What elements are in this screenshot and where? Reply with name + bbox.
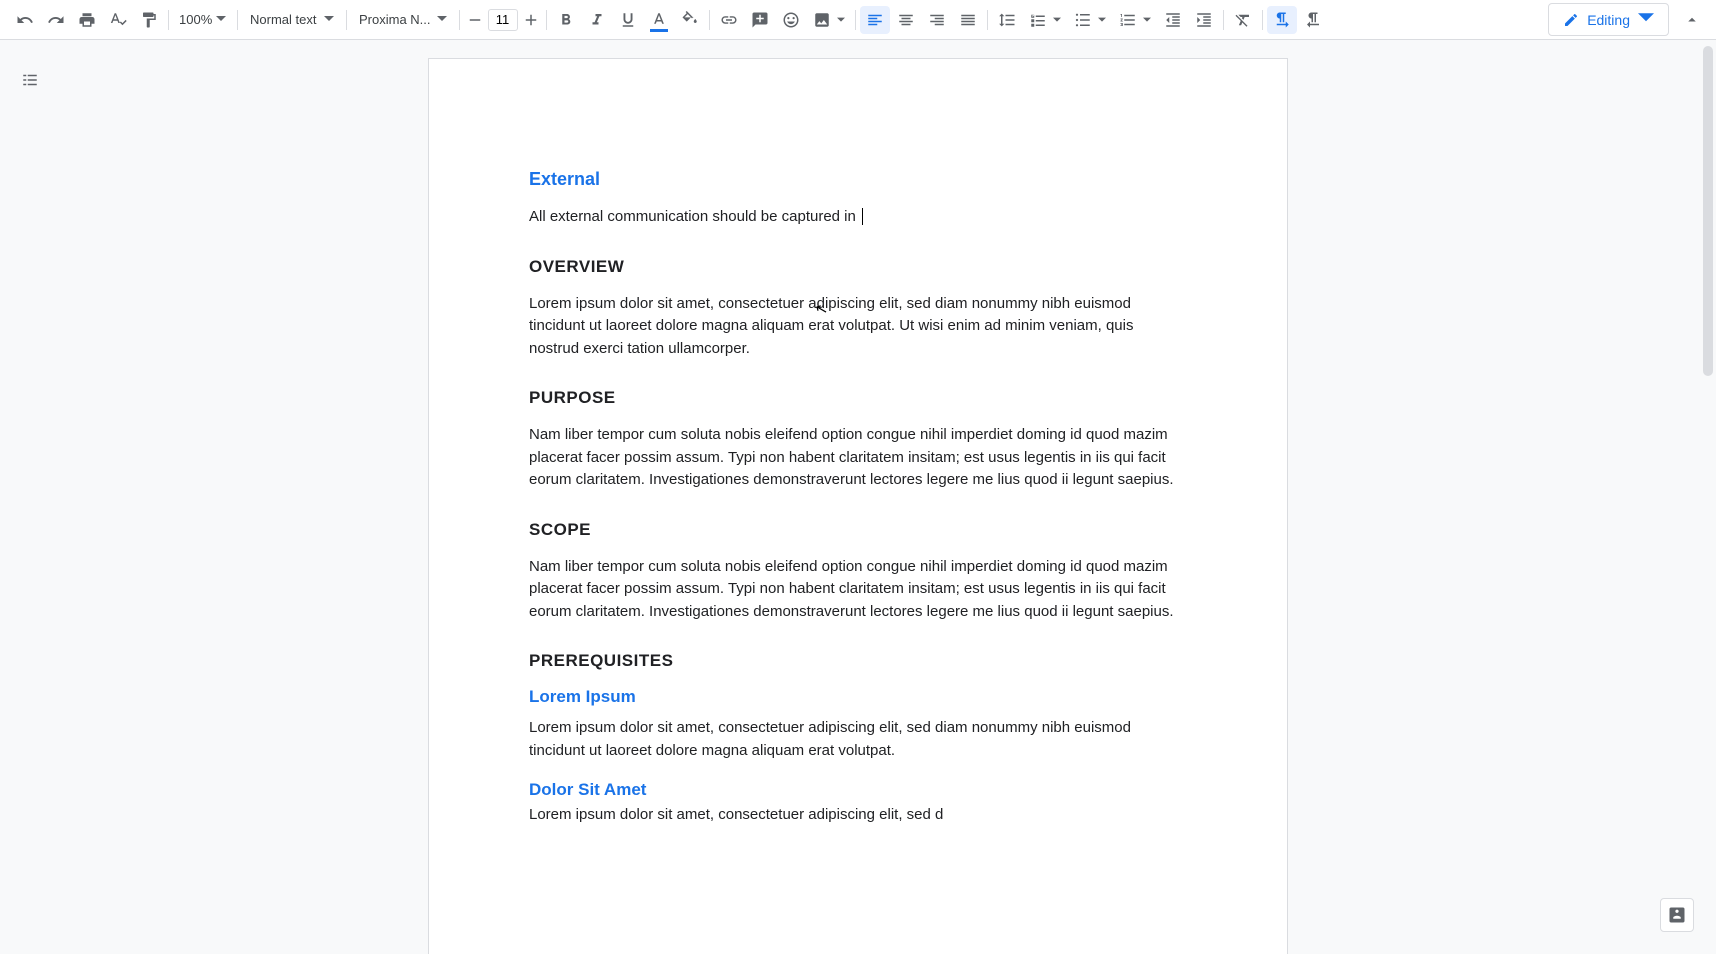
italic-button[interactable]	[582, 6, 612, 34]
align-right-button[interactable]	[922, 6, 952, 34]
paragraph-purpose: Nam liber tempor cum soluta nobis eleife…	[529, 424, 1187, 492]
chevron-down-icon	[437, 12, 447, 27]
mode-label: Editing	[1587, 12, 1630, 28]
decrease-indent-button[interactable]	[1158, 6, 1188, 34]
font-size-group	[464, 6, 542, 34]
chevron-down-icon	[216, 12, 226, 27]
paragraph-external: All external communication should be cap…	[529, 206, 1187, 229]
print-button[interactable]	[72, 6, 102, 34]
bulleted-list-button[interactable]	[1068, 6, 1112, 34]
paragraph-overview: Lorem ipsum dolor sit amet, consectetuer…	[529, 293, 1187, 361]
zoom-select[interactable]: 100%	[173, 6, 233, 34]
separator	[346, 10, 347, 30]
hide-menus-button[interactable]	[1678, 6, 1706, 34]
line-spacing-button[interactable]	[992, 6, 1022, 34]
mode-select[interactable]: Editing	[1548, 3, 1669, 36]
separator	[855, 10, 856, 30]
chevron-down-icon	[1143, 12, 1157, 27]
separator	[987, 10, 988, 30]
chevron-down-icon	[1638, 10, 1654, 29]
increase-font-size-button[interactable]	[520, 6, 542, 34]
separator	[1223, 10, 1224, 30]
ltr-button[interactable]	[1267, 6, 1297, 34]
numbered-list-button[interactable]	[1113, 6, 1157, 34]
undo-button[interactable]	[10, 6, 40, 34]
text-color-swatch	[650, 29, 668, 32]
chevron-down-icon	[324, 12, 334, 27]
heading-scope: SCOPE	[529, 520, 1187, 540]
heading-prerequisites: PREREQUISITES	[529, 651, 1187, 671]
add-comment-button[interactable]	[745, 6, 775, 34]
paragraph-lorem: Lorem ipsum dolor sit amet, consectetuer…	[529, 717, 1187, 762]
toolbar: 100% Normal text Proxima N...	[0, 0, 1716, 40]
separator	[237, 10, 238, 30]
rtl-button[interactable]	[1298, 6, 1328, 34]
separator	[168, 10, 169, 30]
clear-formatting-button[interactable]	[1228, 6, 1258, 34]
paint-format-button[interactable]	[134, 6, 164, 34]
align-left-button[interactable]	[860, 6, 890, 34]
separator	[546, 10, 547, 30]
font-size-input[interactable]	[488, 9, 518, 31]
text-cursor	[862, 208, 863, 225]
separator	[459, 10, 460, 30]
scrollbar-thumb[interactable]	[1703, 46, 1713, 376]
style-value: Normal text	[250, 12, 316, 27]
scrollbar-track[interactable]	[1703, 46, 1713, 948]
highlight-color-button[interactable]	[675, 6, 705, 34]
chevron-down-icon	[1053, 12, 1067, 27]
subheading-lorem: Lorem Ipsum	[529, 687, 1187, 707]
document-outline-toggle[interactable]	[16, 66, 44, 94]
decrease-font-size-button[interactable]	[464, 6, 486, 34]
paragraph-dolor: Lorem ipsum dolor sit amet, consectetuer…	[529, 804, 1187, 827]
checklist-button[interactable]	[1023, 6, 1067, 34]
document-page[interactable]: External All external communication shou…	[428, 58, 1288, 954]
align-justify-button[interactable]	[953, 6, 983, 34]
zoom-value: 100%	[179, 12, 212, 27]
explore-button[interactable]	[1660, 898, 1694, 932]
insert-image-button[interactable]	[807, 6, 851, 34]
heading-purpose: PURPOSE	[529, 388, 1187, 408]
heading-overview: OVERVIEW	[529, 257, 1187, 277]
paragraph-scope: Nam liber tempor cum soluta nobis eleife…	[529, 556, 1187, 624]
chevron-down-icon	[1098, 12, 1112, 27]
underline-button[interactable]	[613, 6, 643, 34]
font-value: Proxima N...	[359, 12, 431, 27]
separator	[709, 10, 710, 30]
chevron-down-icon	[837, 12, 851, 27]
editor-canvas: External All external communication shou…	[0, 40, 1716, 954]
increase-indent-button[interactable]	[1189, 6, 1219, 34]
heading-external: External	[529, 169, 1187, 190]
insert-emoji-button[interactable]	[776, 6, 806, 34]
subheading-dolor: Dolor Sit Amet	[529, 780, 1187, 800]
insert-link-button[interactable]	[714, 6, 744, 34]
text-color-button[interactable]	[644, 6, 674, 34]
paragraph-style-select[interactable]: Normal text	[242, 6, 342, 34]
pencil-icon	[1563, 12, 1579, 28]
redo-button[interactable]	[41, 6, 71, 34]
align-center-button[interactable]	[891, 6, 921, 34]
bold-button[interactable]	[551, 6, 581, 34]
separator	[1262, 10, 1263, 30]
font-family-select[interactable]: Proxima N...	[351, 6, 455, 34]
spellcheck-button[interactable]	[103, 6, 133, 34]
